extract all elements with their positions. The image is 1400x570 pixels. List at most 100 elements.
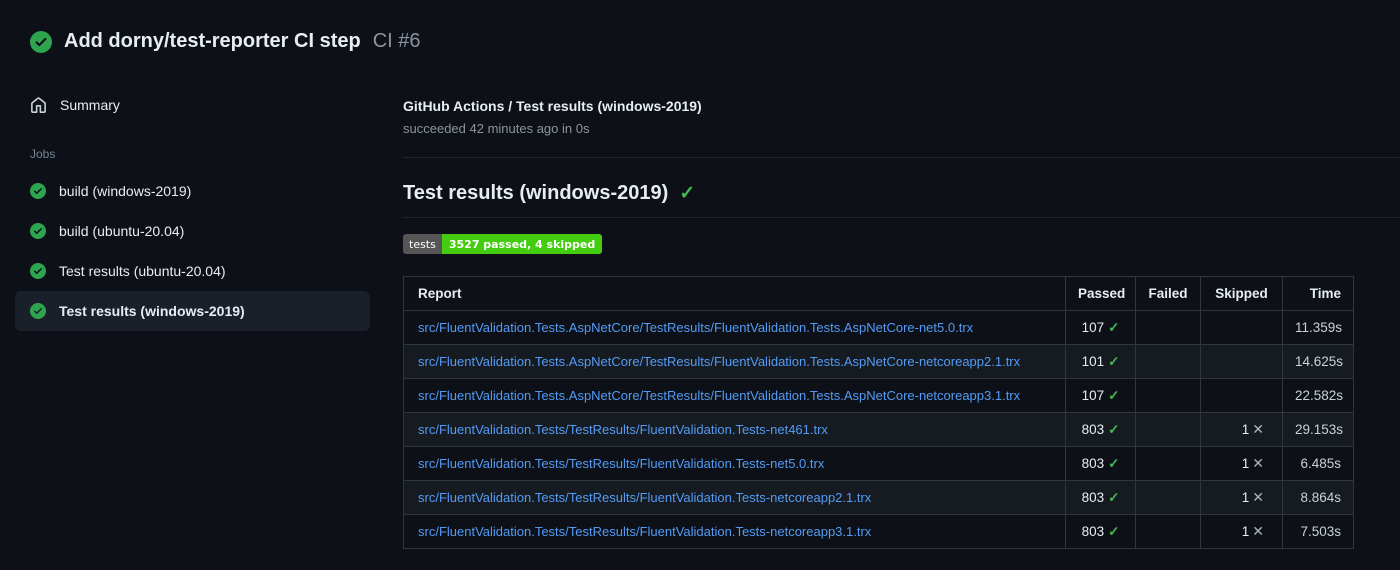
table-row: src/FluentValidation.Tests/TestResults/F…: [403, 514, 1354, 549]
passed-check-icon: ✓: [1108, 523, 1120, 539]
skipped-x-icon: ✕: [1252, 421, 1264, 437]
failed-cell: [1135, 514, 1201, 549]
test-results-table: Report Passed Failed Skipped Time src/Fl…: [403, 276, 1354, 549]
job-status-success-icon: [30, 223, 46, 239]
report-link[interactable]: src/FluentValidation.Tests/TestResults/F…: [418, 524, 871, 539]
failed-cell: [1135, 412, 1201, 447]
sidebar-jobs-list: build (windows-2019) build (ubuntu-20.04…: [0, 171, 385, 331]
passed-check-icon: ✓: [1108, 489, 1120, 505]
tests-badge-value: 3527 passed, 4 skipped: [441, 234, 603, 254]
time-cell: 11.359s: [1282, 310, 1354, 345]
skipped-cell: [1200, 344, 1283, 379]
column-header-skipped: Skipped: [1200, 276, 1283, 311]
failed-cell: [1135, 480, 1201, 515]
main-content: GitHub Actions / Test results (windows-2…: [403, 98, 1400, 549]
table-row: src/FluentValidation.Tests.AspNetCore/Te…: [403, 310, 1354, 345]
report-link[interactable]: src/FluentValidation.Tests.AspNetCore/Te…: [418, 320, 973, 335]
report-link[interactable]: src/FluentValidation.Tests/TestResults/F…: [418, 490, 871, 505]
section-title-row: Test results (windows-2019) ✓: [403, 182, 1400, 205]
table-row: src/FluentValidation.Tests.AspNetCore/Te…: [403, 378, 1354, 413]
run-title: Add dorny/test-reporter CI step: [64, 30, 361, 52]
column-header-passed: Passed: [1065, 276, 1136, 311]
time-cell: 22.582s: [1282, 378, 1354, 413]
sidebar: Summary Jobs build (windows-2019) build …: [0, 85, 385, 331]
report-cell: src/FluentValidation.Tests.AspNetCore/Te…: [403, 344, 1066, 379]
sidebar-job-label: build (ubuntu-20.04): [59, 223, 185, 239]
passed-cell: 803 ✓: [1065, 514, 1136, 549]
time-cell: 6.485s: [1282, 446, 1354, 481]
sidebar-summary-label: Summary: [60, 97, 120, 113]
sidebar-job-item[interactable]: Test results (ubuntu-20.04): [15, 251, 370, 291]
passed-check-icon: ✓: [1108, 353, 1120, 369]
report-cell: src/FluentValidation.Tests.AspNetCore/Te…: [403, 310, 1066, 345]
passed-cell: 803 ✓: [1065, 412, 1136, 447]
sidebar-job-item[interactable]: build (windows-2019): [15, 171, 370, 211]
section-title: Test results (windows-2019): [403, 182, 669, 204]
column-header-time: Time: [1282, 276, 1354, 311]
divider: [403, 157, 1400, 158]
column-header-failed: Failed: [1135, 276, 1201, 311]
time-cell: 7.503s: [1282, 514, 1354, 549]
time-cell: 14.625s: [1282, 344, 1354, 379]
column-header-report: Report: [403, 276, 1066, 311]
sidebar-job-item[interactable]: Test results (windows-2019): [15, 291, 370, 331]
sidebar-job-label: Test results (windows-2019): [59, 303, 245, 319]
time-cell: 8.864s: [1282, 480, 1354, 515]
time-cell: 29.153s: [1282, 412, 1354, 447]
table-row: src/FluentValidation.Tests/TestResults/F…: [403, 412, 1354, 447]
run-status-success-icon: [30, 30, 52, 53]
job-status-success-icon: [30, 303, 46, 319]
report-link[interactable]: src/FluentValidation.Tests/TestResults/F…: [418, 422, 828, 437]
report-link[interactable]: src/FluentValidation.Tests.AspNetCore/Te…: [418, 354, 1020, 369]
skipped-cell: [1200, 310, 1283, 345]
passed-cell: 107 ✓: [1065, 378, 1136, 413]
skipped-x-icon: ✕: [1252, 523, 1264, 539]
divider: [403, 217, 1400, 218]
skipped-cell: [1200, 378, 1283, 413]
run-number: CI #6: [372, 30, 421, 52]
table-row: src/FluentValidation.Tests/TestResults/F…: [403, 480, 1354, 515]
run-header: Add dorny/test-reporter CI step CI #6: [30, 30, 421, 53]
check-run-title: GitHub Actions / Test results (windows-2…: [403, 98, 702, 114]
passed-cell: 107 ✓: [1065, 310, 1136, 345]
sidebar-item-summary[interactable]: Summary: [15, 85, 370, 125]
passed-cell: 101 ✓: [1065, 344, 1136, 379]
report-link[interactable]: src/FluentValidation.Tests.AspNetCore/Te…: [418, 388, 1020, 403]
skipped-cell: 1 ✕: [1200, 412, 1283, 447]
success-check-icon: ✓: [679, 183, 696, 204]
report-cell: src/FluentValidation.Tests.AspNetCore/Te…: [403, 378, 1066, 413]
passed-check-icon: ✓: [1108, 387, 1120, 403]
job-status-success-icon: [30, 183, 46, 199]
tests-badge: tests 3527 passed, 4 skipped: [403, 234, 603, 254]
report-cell: src/FluentValidation.Tests/TestResults/F…: [403, 514, 1066, 549]
sidebar-job-label: build (windows-2019): [59, 183, 192, 199]
skipped-x-icon: ✕: [1252, 489, 1264, 505]
passed-check-icon: ✓: [1108, 319, 1120, 335]
failed-cell: [1135, 446, 1201, 481]
passed-check-icon: ✓: [1108, 455, 1120, 471]
home-icon: [30, 96, 47, 114]
skipped-x-icon: ✕: [1252, 455, 1264, 471]
report-cell: src/FluentValidation.Tests/TestResults/F…: [403, 412, 1066, 447]
badge-row: tests 3527 passed, 4 skipped: [403, 234, 1400, 254]
skipped-cell: 1 ✕: [1200, 446, 1283, 481]
passed-cell: 803 ✓: [1065, 446, 1136, 481]
sidebar-jobs-heading: Jobs: [30, 147, 56, 161]
passed-check-icon: ✓: [1108, 421, 1120, 437]
report-cell: src/FluentValidation.Tests/TestResults/F…: [403, 480, 1066, 515]
table-row: src/FluentValidation.Tests/TestResults/F…: [403, 446, 1354, 481]
job-status-success-icon: [30, 263, 46, 279]
report-link[interactable]: src/FluentValidation.Tests/TestResults/F…: [418, 456, 824, 471]
check-run-status-text: succeeded 42 minutes ago in 0s: [403, 121, 590, 136]
table-header-row: Report Passed Failed Skipped Time: [403, 276, 1354, 311]
failed-cell: [1135, 310, 1201, 345]
failed-cell: [1135, 378, 1201, 413]
table-row: src/FluentValidation.Tests.AspNetCore/Te…: [403, 344, 1354, 379]
sidebar-job-item[interactable]: build (ubuntu-20.04): [15, 211, 370, 251]
skipped-cell: 1 ✕: [1200, 514, 1283, 549]
passed-cell: 803 ✓: [1065, 480, 1136, 515]
failed-cell: [1135, 344, 1201, 379]
sidebar-job-label: Test results (ubuntu-20.04): [59, 263, 226, 279]
tests-badge-label: tests: [403, 234, 442, 254]
skipped-cell: 1 ✕: [1200, 480, 1283, 515]
